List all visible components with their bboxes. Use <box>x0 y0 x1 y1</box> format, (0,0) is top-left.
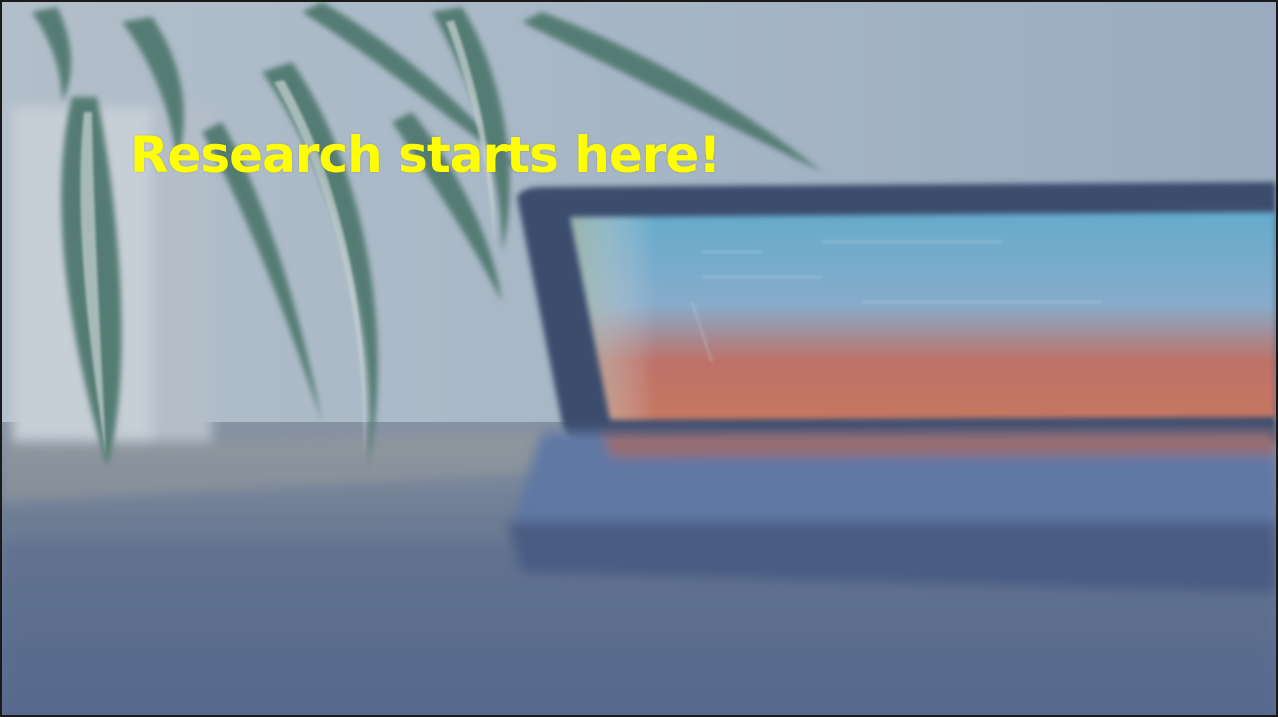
slide-headline: Research starts here! <box>130 126 721 184</box>
background-photo <box>2 2 1276 715</box>
slide-frame: Research starts here! <box>0 0 1278 717</box>
